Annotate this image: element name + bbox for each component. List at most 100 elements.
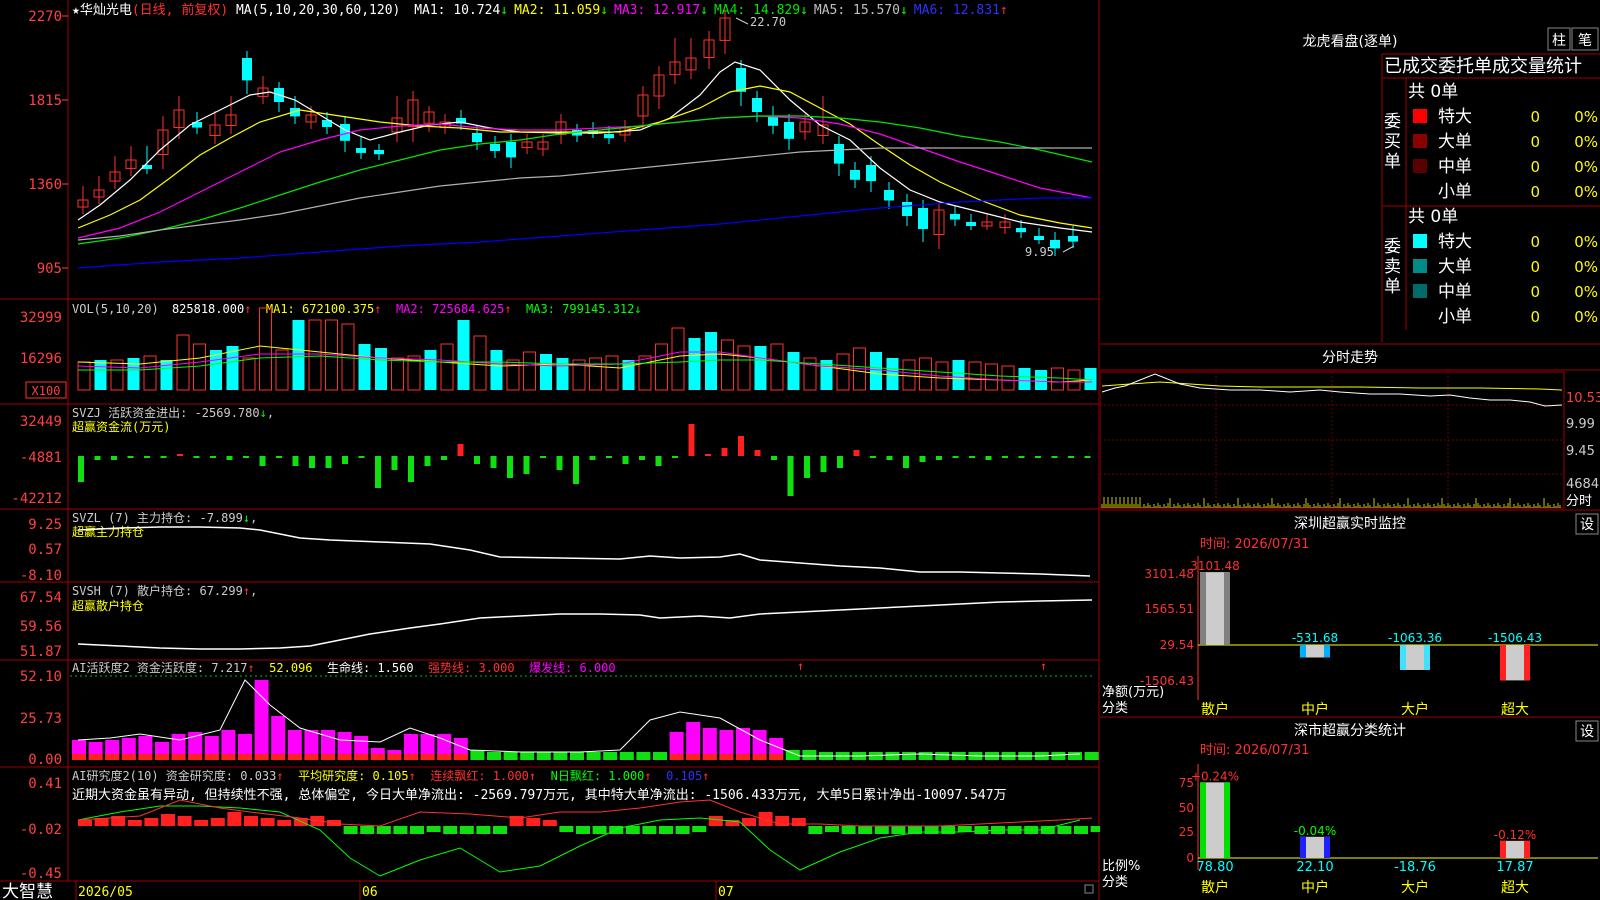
chart-axis-tick: 3101.48 [1144,567,1194,581]
volume-bar [754,346,767,390]
activity-base [736,754,750,760]
svg-text:0.41: 0.41 [28,776,62,792]
category-label: 散户 [1201,879,1229,896]
research-bar [260,818,275,826]
volume-bar [457,320,470,390]
volume-bar [275,349,289,391]
svg-text:分时: 分时 [1566,494,1592,509]
candle-body [356,148,366,153]
volume-bar [671,327,685,391]
flow-bar [424,456,431,466]
research-bar [244,816,258,826]
category-bar-edge [1424,645,1430,670]
monitor-title: 深圳超赢实时监控 [1294,515,1406,532]
price-axis-marks [62,15,68,269]
intraday-axis: 10.53 9.99 9.45 46845 分时 [1566,391,1600,509]
svzj-axis: 32449 -4881 -42212 [11,414,62,507]
order-size-name: 大单 [1438,257,1472,277]
activity-base [669,754,684,760]
activity-base [254,754,269,760]
order-size-swatch [1413,284,1427,298]
candle-body [752,98,762,112]
lock-icon[interactable] [1084,884,1094,894]
flow-bar [193,456,200,458]
flow-bar [160,456,167,458]
volume-bar [902,359,916,391]
flow-bar [804,456,810,478]
dragon-tabs[interactable]: 已成交委托单成交量统计 [1384,56,1582,77]
category-value: 17.87 [1496,860,1533,875]
activity-bar [520,752,535,760]
flow-bar [276,456,282,458]
candle-body [834,144,844,164]
flow-bar [78,456,84,482]
activity-base [437,754,452,760]
flow-bar [672,456,678,458]
flow-bar [358,456,365,458]
intraday-volume-bars [1101,497,1561,508]
svg-text:-4881: -4881 [20,450,62,466]
category-value: -531.68 [1292,631,1338,645]
volume-bar [622,360,635,390]
order-size-swatch [1413,259,1427,273]
flow-bar [969,456,975,458]
high-price-marker: 22.70 [750,15,786,29]
activity-bar [653,752,667,760]
svg-text:柱: 柱 [1552,33,1566,49]
svg-text:-42212: -42212 [11,491,62,507]
order-count: 0 [1530,283,1540,301]
ai-activity-axis: 52.10 25.73 0.00 [20,669,62,768]
category-bar-edge [1300,836,1306,858]
flow-bar [325,456,332,468]
stats-title: 深市超赢分类统计 [1294,722,1406,739]
activity-bar [553,752,568,760]
research-bar [1074,826,1088,834]
svsh-header: SVSH (7) 散户持仓: 67.299↑, [72,583,257,598]
svzl-subtitle: 超赢主力持仓 [72,524,144,539]
flow-bar [1002,456,1008,458]
order-size-swatch [1413,109,1427,123]
chart-ylabel: 比例% [1102,859,1140,874]
stock-header: ★华灿光电(日线, 前复权) MA(5,10,20,30,60,120) MA1… [72,2,1008,18]
volume-bar [836,353,850,391]
svsh-axis: 67.54 59.56 51.87 [20,590,62,660]
activity-bar [536,752,551,760]
research-bar [659,826,673,834]
order-size-name: 中单 [1438,282,1472,302]
research-bar [825,826,839,832]
research-bar [459,826,474,834]
flow-bar [853,450,860,456]
activity-bars [72,680,1099,760]
svg-text:10.53: 10.53 [1566,391,1600,406]
flow-bar [408,456,414,482]
volume-bar [391,357,404,391]
svg-text:46845: 46845 [1566,477,1600,492]
volume-bar [985,363,998,391]
research-bar [1090,826,1100,832]
low-price-marker: 9.95 [1025,245,1054,259]
research-bar [675,826,690,834]
chart-axis-tick: 29.54 [1160,638,1194,652]
svzj-subtitle: 超赢资金流(万元) [72,419,170,434]
category-value: -18.76 [1394,860,1436,875]
activity-base [702,754,717,760]
kline-chart-area[interactable]: 2270 1815 1360 905 ★华灿光电(日线, 前复权) MA(5,1… [0,0,1100,900]
order-pct: 0% [1574,308,1598,326]
order-pct: 0% [1574,283,1598,301]
volume-bar [540,354,552,390]
volume-bar [1001,365,1015,391]
ma4-line [77,115,1093,245]
category-bar-edge [1400,645,1406,670]
flow-bar [919,456,926,462]
activity-base [188,754,203,760]
chart-axis-tick: 25 [1179,825,1194,839]
flow-bar [507,456,513,478]
svg-text:-0.02: -0.02 [20,822,62,838]
volume-bar [688,338,701,390]
flow-bar [622,456,629,464]
order-pct: 0% [1574,258,1598,276]
volume-bar [341,323,355,391]
chart-axis-tick: 0 [1186,851,1194,865]
research-bar [559,826,574,832]
category-label: 中户 [1301,701,1329,718]
